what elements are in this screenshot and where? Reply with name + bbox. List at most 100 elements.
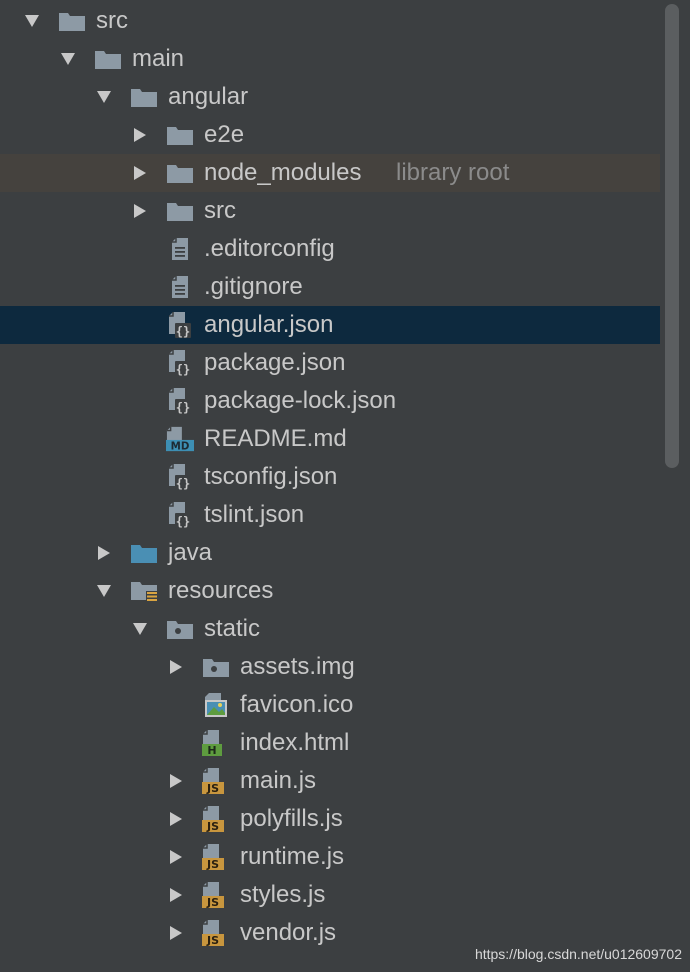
folder-icon: [58, 2, 86, 40]
json-file-icon: {}: [166, 458, 194, 496]
chevron-right-icon[interactable]: [166, 838, 186, 876]
folder-icon: [166, 154, 194, 192]
js-file-icon: JS: [202, 762, 230, 800]
watermark-text: https://blog.csdn.net/u012609702: [474, 946, 682, 962]
chevron-down-icon[interactable]: [94, 78, 114, 116]
tree-row[interactable]: main: [0, 40, 660, 78]
chevron-right-icon[interactable]: [166, 762, 186, 800]
tree-item-label: tsconfig.json: [204, 463, 338, 490]
tree-item-label: index.html: [240, 729, 350, 756]
scrollbar-thumb[interactable]: [665, 4, 679, 468]
chevron-down-icon[interactable]: [130, 610, 150, 648]
tree-row[interactable]: JS runtime.js: [0, 838, 660, 876]
json-file-icon: {}: [166, 382, 194, 420]
chevron-right-icon[interactable]: [166, 648, 186, 686]
tree-row[interactable]: {} package.json: [0, 344, 660, 382]
svg-text:{}: {}: [176, 515, 190, 529]
tree-item-label: node_modules: [204, 159, 362, 186]
svg-text:{}: {}: [176, 363, 190, 377]
tree-row[interactable]: .editorconfig: [0, 230, 660, 268]
tree-row[interactable]: JS styles.js: [0, 876, 660, 914]
folder-icon: [166, 192, 194, 230]
tree-row[interactable]: JS main.js: [0, 762, 660, 800]
chevron-right-icon[interactable]: [166, 914, 186, 952]
json-file-icon: {}: [166, 496, 194, 534]
js-file-icon: JS: [202, 838, 230, 876]
tree-row[interactable]: assets.img: [0, 648, 660, 686]
image-file-icon: [202, 686, 230, 724]
package-folder-icon: [166, 610, 194, 648]
chevron-right-icon[interactable]: [166, 800, 186, 838]
tree-row[interactable]: MD README.md: [0, 420, 660, 458]
tree-row[interactable]: favicon.ico: [0, 686, 660, 724]
folder-icon: [130, 78, 158, 116]
tree-item-label: README.md: [204, 425, 347, 452]
svg-text:MD: MD: [171, 440, 190, 452]
tree-item-label: package.json: [204, 349, 346, 376]
tree-item-label: java: [168, 539, 213, 566]
tree-item-label: polyfills.js: [240, 805, 343, 832]
tree-item-label: angular.json: [204, 311, 334, 338]
library-root-hint: library root: [396, 159, 510, 186]
tree-item-label: runtime.js: [240, 843, 345, 870]
tree-item-label: angular: [168, 83, 249, 110]
tree-row[interactable]: java: [0, 534, 660, 572]
js-file-icon: JS: [202, 876, 230, 914]
tree-item-label: resources: [168, 577, 274, 604]
tree-item-label: tslint.json: [204, 501, 305, 528]
chevron-down-icon[interactable]: [94, 572, 114, 610]
tree-row[interactable]: src: [0, 2, 660, 40]
text-file-icon: [166, 268, 194, 306]
svg-text:H: H: [207, 744, 216, 757]
svg-text:JS: JS: [206, 934, 219, 947]
project-tree[interactable]: src main angular e2e node_modules library roo…: [0, 0, 660, 972]
chevron-right-icon[interactable]: [130, 154, 150, 192]
tree-row[interactable]: Hindex.html: [0, 724, 660, 762]
tree-item-label: package-lock.json: [204, 387, 397, 414]
html-file-icon: H: [202, 724, 230, 762]
svg-text:{}: {}: [176, 477, 190, 491]
json-file-icon: {}: [166, 344, 194, 382]
folder-icon: [166, 116, 194, 154]
chevron-right-icon[interactable]: [130, 116, 150, 154]
resources-folder-icon: [130, 572, 158, 610]
tree-item-label: static: [204, 615, 261, 642]
tree-item-label: main: [132, 45, 185, 72]
tree-row[interactable]: angular: [0, 78, 660, 116]
svg-text:JS: JS: [206, 896, 219, 909]
tree-item-label: .editorconfig: [204, 235, 335, 262]
tree-item-label: main.js: [240, 767, 317, 794]
tree-row[interactable]: {} tsconfig.json: [0, 458, 660, 496]
chevron-right-icon[interactable]: [166, 876, 186, 914]
tree-row[interactable]: JS polyfills.js: [0, 800, 660, 838]
chevron-right-icon[interactable]: [94, 534, 114, 572]
chevron-down-icon[interactable]: [58, 40, 78, 78]
chevron-down-icon[interactable]: [22, 2, 42, 40]
tree-row[interactable]: static: [0, 610, 660, 648]
tree-row[interactable]: .gitignore: [0, 268, 660, 306]
tree-row[interactable]: {} angular.json: [0, 306, 660, 344]
folder-icon: [94, 40, 122, 78]
tree-row[interactable]: node_modules library root: [0, 154, 660, 192]
package-folder-icon: [202, 648, 230, 686]
svg-text:{}: {}: [176, 401, 190, 415]
tree-row[interactable]: {} tslint.json: [0, 496, 660, 534]
svg-text:JS: JS: [206, 820, 219, 833]
js-file-icon: JS: [202, 800, 230, 838]
svg-text:JS: JS: [206, 858, 219, 871]
md-file-icon: MD: [166, 420, 194, 458]
svg-text:{}: {}: [176, 325, 190, 339]
tree-item-label: favicon.ico: [240, 691, 354, 718]
js-file-icon: JS: [202, 914, 230, 952]
tree-row[interactable]: {} package-lock.json: [0, 382, 660, 420]
svg-text:JS: JS: [206, 782, 219, 795]
tree-item-label: e2e: [204, 121, 245, 148]
tree-row[interactable]: resources: [0, 572, 660, 610]
tree-row[interactable]: e2e: [0, 116, 660, 154]
tree-item-label: assets.img: [240, 653, 355, 680]
chevron-right-icon[interactable]: [130, 192, 150, 230]
tree-row[interactable]: src: [0, 192, 660, 230]
tree-item-label: .gitignore: [204, 273, 303, 300]
tree-item-label: src: [204, 197, 236, 224]
json-file-icon: {}: [166, 306, 194, 344]
